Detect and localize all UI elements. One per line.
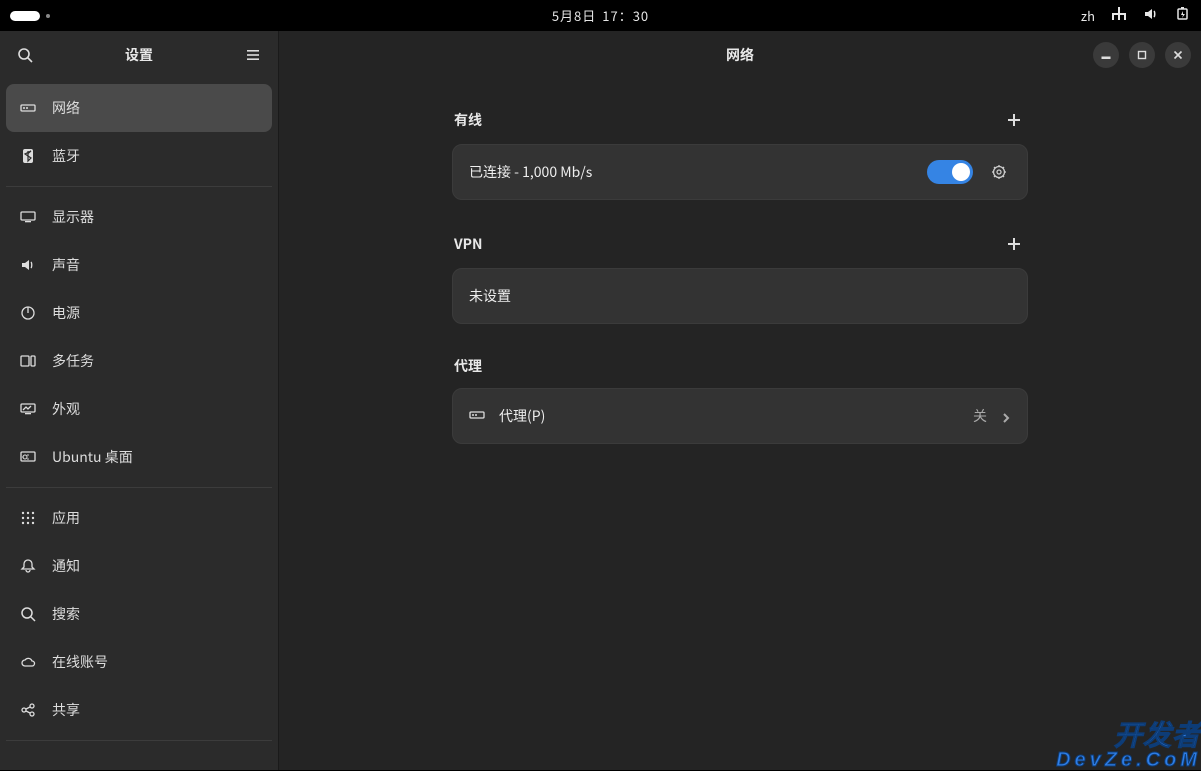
window-close-button[interactable]	[1165, 42, 1191, 68]
sidebar-item-label: 在线账号	[52, 652, 108, 672]
proxy-icon	[469, 404, 485, 428]
clock-time: 17：30	[602, 6, 649, 25]
proxy-row[interactable]: 代理(P) 关	[453, 389, 1027, 443]
plus-icon	[1007, 237, 1021, 251]
volume-tray-icon[interactable]	[1143, 6, 1159, 26]
sidebar-item-applications[interactable]: 应用	[6, 494, 272, 542]
sidebar-item-label: 共享	[52, 700, 80, 720]
multitask-icon	[20, 353, 36, 369]
add-vpn-button[interactable]	[1002, 232, 1026, 256]
section-heading-wired: 有线	[454, 110, 482, 130]
sidebar-title: 设置	[125, 45, 153, 65]
clock-date: 5月8日	[552, 6, 596, 25]
chevron-right-icon	[1001, 404, 1011, 428]
bluetooth-icon	[20, 148, 36, 164]
window-minimize-button[interactable]	[1093, 42, 1119, 68]
display-icon	[20, 209, 36, 225]
wired-connection-card: 已连接 - 1,000 Mb/s	[452, 144, 1028, 200]
sidebar-item-displays[interactable]: 显示器	[6, 193, 272, 241]
appearance-icon	[20, 401, 36, 417]
sidebar-item-label: 声音	[52, 255, 80, 275]
sound-icon	[20, 257, 36, 273]
cloud-icon	[20, 654, 36, 670]
sidebar-item-label: 网络	[52, 98, 80, 118]
proxy-label: 代理(P)	[499, 406, 959, 426]
share-icon	[20, 702, 36, 718]
section-heading-vpn: VPN	[454, 234, 483, 254]
toggle-knob-icon	[952, 163, 970, 181]
vpn-status-label: 未设置	[469, 286, 1011, 306]
sidebar-menu-button[interactable]	[240, 42, 266, 68]
proxy-status: 关	[973, 406, 987, 426]
sidebar-item-search[interactable]: 搜索	[6, 590, 272, 638]
vpn-card: 未设置	[452, 268, 1028, 324]
sidebar-item-power[interactable]: 电源	[6, 289, 272, 337]
settings-content: 网络 有线	[279, 31, 1201, 770]
wired-settings-button[interactable]	[987, 160, 1011, 184]
clock[interactable]: 5月8日 17：30	[552, 6, 649, 25]
sidebar-item-label: 通知	[52, 556, 80, 576]
window-maximize-button[interactable]	[1129, 42, 1155, 68]
input-method-indicator[interactable]: zh	[1081, 6, 1095, 25]
maximize-icon	[1137, 50, 1147, 60]
sidebar-separator	[6, 186, 272, 187]
power-icon	[20, 305, 36, 321]
search-icon	[20, 606, 36, 622]
search-icon	[17, 47, 33, 63]
close-icon	[1173, 50, 1183, 60]
sidebar-item-sharing[interactable]: 共享	[6, 686, 272, 734]
sidebar-item-notifications[interactable]: 通知	[6, 542, 272, 590]
sidebar-item-label: 蓝牙	[52, 146, 80, 166]
sidebar-item-label: 搜索	[52, 604, 80, 624]
sidebar-separator	[6, 740, 272, 741]
sidebar-item-label: 应用	[52, 508, 80, 528]
ubuntu-icon	[20, 449, 36, 465]
proxy-card: 代理(P) 关	[452, 388, 1028, 444]
activities-pill[interactable]	[10, 11, 50, 21]
sidebar-item-network[interactable]: 网络	[6, 84, 272, 132]
sidebar-list: 网络 蓝牙 显示器 声音 电源	[0, 78, 278, 753]
workspace-dot-icon	[46, 14, 50, 18]
sidebar-item-ubuntu-desktop[interactable]: Ubuntu 桌面	[6, 433, 272, 481]
section-heading-proxy: 代理	[454, 356, 482, 376]
sidebar-item-bluetooth[interactable]: 蓝牙	[6, 132, 272, 180]
sidebar-item-label: 外观	[52, 399, 80, 419]
bell-icon	[20, 558, 36, 574]
sidebar-item-online-accounts[interactable]: 在线账号	[6, 638, 272, 686]
add-wired-button[interactable]	[1002, 108, 1026, 132]
plus-icon	[1007, 113, 1021, 127]
sidebar-item-sound[interactable]: 声音	[6, 241, 272, 289]
wired-toggle[interactable]	[927, 160, 973, 184]
gnome-top-bar: 5月8日 17：30 zh	[0, 0, 1201, 31]
sidebar-item-appearance[interactable]: 外观	[6, 385, 272, 433]
sidebar-item-label: Ubuntu 桌面	[52, 447, 133, 467]
network-icon	[20, 100, 36, 116]
settings-sidebar: 设置 网络 蓝牙 显示器	[0, 31, 279, 770]
battery-tray-icon[interactable]	[1175, 6, 1191, 26]
page-title: 网络	[726, 45, 754, 65]
sidebar-separator	[6, 487, 272, 488]
minimize-icon	[1101, 50, 1111, 60]
sidebar-item-label: 电源	[52, 303, 80, 323]
sidebar-item-multitasking[interactable]: 多任务	[6, 337, 272, 385]
network-tray-icon[interactable]	[1111, 6, 1127, 26]
hamburger-icon	[245, 47, 261, 63]
activities-indicator-icon	[10, 11, 40, 21]
sidebar-search-button[interactable]	[12, 42, 38, 68]
gear-icon	[991, 164, 1007, 180]
apps-icon	[20, 510, 36, 526]
sidebar-item-label: 显示器	[52, 207, 94, 227]
wired-status-label: 已连接 - 1,000 Mb/s	[469, 162, 913, 182]
sidebar-item-label: 多任务	[52, 351, 94, 371]
